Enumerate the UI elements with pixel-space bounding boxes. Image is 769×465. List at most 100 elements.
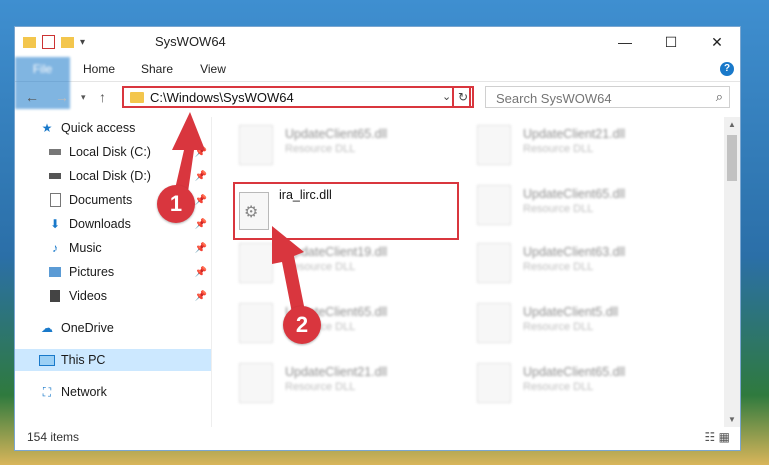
- sidebar-item-label: Music: [69, 241, 102, 255]
- network-icon: ⛶: [42, 384, 52, 399]
- sidebar-item-this-pc[interactable]: This PC: [15, 349, 211, 371]
- sidebar-item-label: Downloads: [69, 217, 131, 231]
- address-row: ← → ▾ ↑ C:\Windows\SysWOW64 ⌄ ↻ ⌕: [15, 83, 740, 113]
- list-item[interactable]: UpdateClient65.dll Resource DLL: [471, 359, 701, 411]
- step-badge-1: 1: [157, 185, 195, 223]
- search-input[interactable]: [494, 88, 698, 108]
- file-name: UpdateClient63.dll: [523, 245, 626, 259]
- folder-icon: [130, 92, 144, 103]
- pin-icon: 📌: [194, 146, 207, 158]
- dll-file-icon: [477, 363, 511, 403]
- sidebar-item-label: Local Disk (D:): [69, 169, 151, 183]
- file-type: Resource DLL: [523, 143, 594, 155]
- file-name: UpdateClient21.dll: [523, 127, 626, 141]
- list-item[interactable]: UpdateClient19.dll Resource DLL: [233, 239, 463, 291]
- customize-icon[interactable]: ▾: [80, 37, 85, 48]
- item-count: 154 items: [27, 430, 80, 444]
- minimize-button[interactable]: —: [602, 27, 648, 57]
- document-icon: [47, 193, 63, 207]
- explorer-window: ▾ SysWOW64 — ☐ ✕ File Home Share View ? …: [14, 26, 741, 451]
- sidebar-item-label: Quick access: [61, 121, 136, 135]
- pin-icon: 📌: [194, 194, 207, 206]
- navigation-pane: ★ Quick access Local Disk (C:) 📌 Local D…: [15, 117, 212, 427]
- list-item[interactable]: UpdateClient21.dll Resource DLL: [233, 359, 463, 411]
- recent-locations-icon[interactable]: ▾: [81, 92, 86, 103]
- folder-icon[interactable]: [23, 36, 36, 48]
- pin-icon: 📌: [194, 290, 207, 302]
- tab-home[interactable]: Home: [81, 57, 117, 81]
- tab-share[interactable]: Share: [137, 57, 177, 81]
- address-path: C:\Windows\SysWOW64: [150, 90, 294, 105]
- file-type: Resource DLL: [523, 203, 594, 215]
- sidebar-item-network[interactable]: ⛶ Network: [39, 381, 211, 403]
- dll-file-icon: [239, 243, 273, 283]
- new-folder-icon[interactable]: [61, 36, 74, 48]
- back-arrow-icon[interactable]: ←: [25, 89, 39, 105]
- sidebar-item-local-disk-c[interactable]: Local Disk (C:) 📌: [47, 141, 211, 163]
- up-arrow-icon[interactable]: ↑: [99, 89, 106, 105]
- dll-file-icon: [477, 185, 511, 225]
- details-view-icon[interactable]: ☷: [705, 430, 716, 444]
- title-bar: ▾ SysWOW64 — ☐ ✕: [15, 27, 740, 57]
- sidebar-item-label: Videos: [69, 289, 107, 303]
- star-icon: ★: [41, 121, 53, 135]
- search-box[interactable]: ⌕: [485, 86, 730, 108]
- address-bar[interactable]: C:\Windows\SysWOW64 ⌄: [122, 86, 471, 108]
- file-name: UpdateClient21.dll: [285, 365, 388, 379]
- drive-icon: [47, 169, 63, 183]
- videos-icon: [47, 289, 63, 303]
- sidebar-item-quick-access[interactable]: ★ Quick access: [39, 117, 211, 139]
- sidebar-item-videos[interactable]: Videos 📌: [47, 285, 211, 307]
- sidebar-item-label: Local Disk (C:): [69, 145, 151, 159]
- large-icons-view-icon[interactable]: ▦: [719, 430, 730, 444]
- chevron-down-icon[interactable]: ⌄: [442, 90, 451, 103]
- pin-icon: 📌: [194, 218, 207, 230]
- file-name: ira_lirc.dll: [279, 188, 332, 202]
- dll-file-icon: [239, 363, 273, 403]
- quick-access-toolbar: ▾: [23, 33, 85, 51]
- file-type: Resource DLL: [285, 381, 356, 393]
- pictures-icon: [47, 265, 63, 279]
- scroll-thumb[interactable]: [727, 135, 737, 181]
- file-name: UpdateClient19.dll: [285, 245, 388, 259]
- list-item[interactable]: UpdateClient21.dll Resource DLL: [471, 121, 701, 173]
- tab-view[interactable]: View: [195, 57, 231, 81]
- step-badge-2: 2: [283, 306, 321, 344]
- list-item[interactable]: UpdateClient65.dll Resource DLL: [471, 181, 701, 233]
- cloud-icon: ☁: [41, 321, 53, 335]
- list-item[interactable]: UpdateClient5.dll Resource DLL: [471, 299, 701, 351]
- gear-icon: ⚙: [244, 204, 259, 221]
- dll-file-icon: [239, 303, 273, 343]
- dll-file-icon: [477, 243, 511, 283]
- sidebar-item-music[interactable]: ♪ Music 📌: [47, 237, 211, 259]
- scroll-up-icon[interactable]: ▲: [728, 120, 736, 129]
- properties-icon[interactable]: [42, 35, 55, 49]
- scroll-down-icon[interactable]: ▼: [728, 415, 736, 424]
- dll-file-icon: [239, 125, 273, 165]
- help-icon[interactable]: ?: [720, 62, 734, 76]
- maximize-button[interactable]: ☐: [648, 27, 694, 57]
- pin-icon: 📌: [194, 266, 207, 278]
- list-item[interactable]: UpdateClient65.dll Resource DLL: [233, 121, 463, 173]
- highlighted-file[interactable]: ⚙ ira_lirc.dll: [233, 182, 459, 240]
- pin-icon: 📌: [194, 242, 207, 254]
- sidebar-item-label: Pictures: [69, 265, 115, 279]
- close-button[interactable]: ✕: [694, 27, 740, 57]
- forward-arrow-icon[interactable]: →: [55, 89, 69, 105]
- refresh-button[interactable]: ↻: [452, 86, 474, 108]
- list-item[interactable]: UpdateClient65.dll Resource DLL: [233, 299, 463, 351]
- list-item[interactable]: UpdateClient63.dll Resource DLL: [471, 239, 701, 291]
- file-type: Resource DLL: [523, 381, 594, 393]
- file-name: UpdateClient65.dll: [523, 187, 626, 201]
- sidebar-item-local-disk-d[interactable]: Local Disk (D:) 📌: [47, 165, 211, 187]
- file-type: Resource DLL: [523, 261, 594, 273]
- sidebar-item-label: OneDrive: [61, 321, 114, 335]
- sidebar-item-label: Network: [61, 385, 107, 399]
- sidebar-item-onedrive[interactable]: ☁ OneDrive: [39, 317, 211, 339]
- monitor-icon: [39, 353, 55, 367]
- vertical-scrollbar[interactable]: ▲ ▼: [724, 117, 740, 427]
- file-type: Resource DLL: [523, 321, 594, 333]
- pin-icon: 📌: [194, 170, 207, 182]
- ribbon: File Home Share View ?: [15, 57, 740, 109]
- sidebar-item-pictures[interactable]: Pictures 📌: [47, 261, 211, 283]
